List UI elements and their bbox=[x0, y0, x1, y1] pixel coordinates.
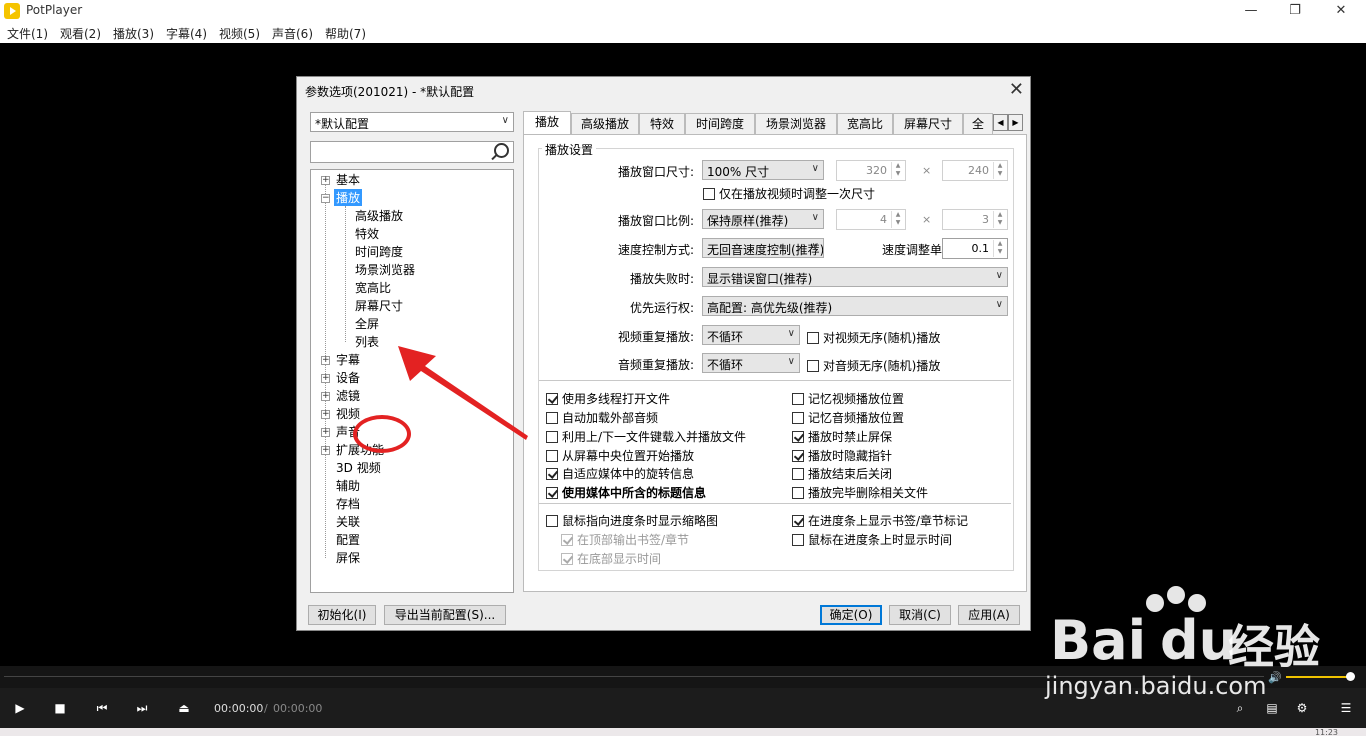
play-icon[interactable]: ▶ bbox=[6, 698, 34, 718]
eject-icon[interactable]: ⏏ bbox=[170, 698, 198, 718]
paw-logo-icon bbox=[1146, 586, 1206, 612]
system-clock: 11:23 bbox=[1314, 728, 1338, 736]
annotation-arrow-shape bbox=[398, 346, 528, 440]
taskbar-strip bbox=[0, 728, 1366, 736]
stop-icon[interactable]: ■ bbox=[46, 698, 74, 718]
baidu-watermark: Bai du 经验 jingyan.baidu.com bbox=[1040, 585, 1360, 705]
watermark-url: jingyan.baidu.com bbox=[1045, 672, 1267, 700]
current-time: 00:00:00 bbox=[214, 702, 264, 715]
total-time: 00:00:00 bbox=[273, 702, 323, 715]
time-separator: / bbox=[264, 702, 268, 715]
watermark-brand: Bai bbox=[1050, 609, 1147, 672]
next-icon[interactable]: ⏭ bbox=[128, 698, 156, 718]
previous-icon[interactable]: ⏮ bbox=[88, 698, 116, 718]
watermark-cn: 经验 bbox=[1228, 620, 1320, 674]
